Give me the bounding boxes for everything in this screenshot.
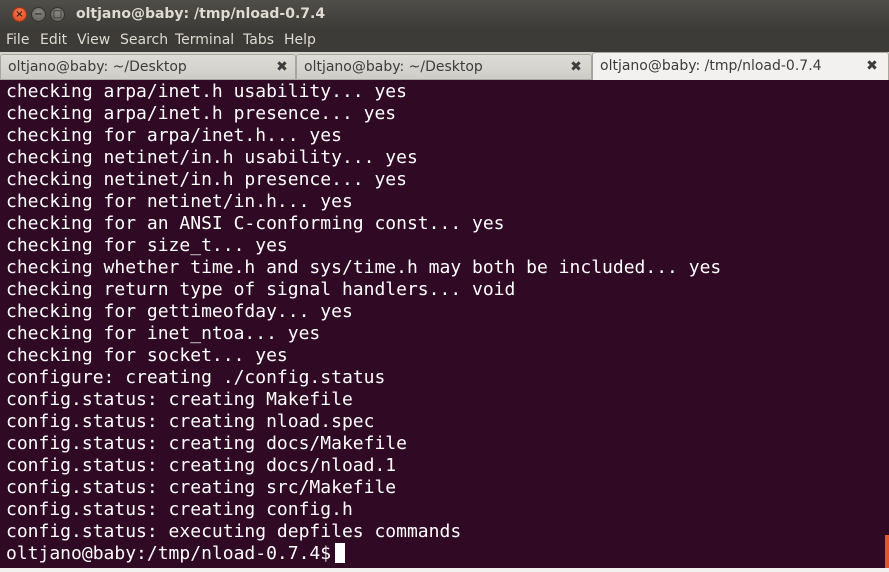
terminal-line: config.status: creating docs/nload.1	[6, 455, 397, 476]
window-bottom-border	[0, 568, 889, 572]
terminal-line: checking for arpa/inet.h... yes	[6, 125, 342, 146]
terminal-line: config.status: creating docs/Makefile	[6, 433, 407, 454]
scrollbar-indicator[interactable]	[885, 535, 889, 568]
shell-prompt: oltjano@baby:/tmp/nload-0.7.4$	[6, 543, 332, 564]
text-cursor	[335, 543, 346, 563]
terminal-line: checking for netinet/in.h... yes	[6, 191, 353, 212]
terminal-prompt-line[interactable]: oltjano@baby:/tmp/nload-0.7.4$	[6, 543, 721, 565]
tab-close-icon[interactable]: ✖	[274, 59, 290, 75]
terminal-line: configure: creating ./config.status	[6, 367, 386, 388]
terminal-line: checking arpa/inet.h usability... yes	[6, 81, 407, 102]
terminal-line: config.status: executing depfiles comman…	[6, 521, 462, 542]
terminal-lines: checking arpa/inet.h usability... yes ch…	[6, 81, 721, 565]
menu-bar: File Edit View Search Terminal Tabs Help	[0, 30, 889, 52]
menu-tabs[interactable]: Tabs	[243, 32, 274, 48]
terminal-line: checking for gettimeofday... yes	[6, 301, 353, 322]
terminal-line: checking netinet/in.h presence... yes	[6, 169, 407, 190]
terminal-line: checking whether time.h and sys/time.h m…	[6, 257, 722, 278]
terminal-line: checking for socket... yes	[6, 345, 288, 366]
menu-view[interactable]: View	[77, 32, 110, 48]
terminal-line: checking for size_t... yes	[6, 235, 288, 256]
terminal-line: checking return type of signal handlers.…	[6, 279, 516, 300]
tab-desktop-1[interactable]: oltjano@baby: ~/Desktop ✖	[0, 54, 296, 79]
terminal-line: config.status: creating nload.spec	[6, 411, 375, 432]
tab-label: oltjano@baby: /tmp/nload-0.7.4	[600, 58, 822, 74]
menu-terminal[interactable]: Terminal	[175, 32, 234, 48]
menu-edit[interactable]: Edit	[40, 32, 67, 48]
terminal-output[interactable]: checking arpa/inet.h usability... yes ch…	[0, 80, 889, 568]
menu-help[interactable]: Help	[284, 32, 316, 48]
menu-search[interactable]: Search	[120, 32, 168, 48]
tab-close-icon[interactable]: ✖	[568, 59, 584, 75]
terminal-line: config.status: creating config.h	[6, 499, 353, 520]
terminal-line: checking netinet/in.h usability... yes	[6, 147, 418, 168]
tab-label: oltjano@baby: ~/Desktop	[8, 59, 187, 75]
close-window-icon[interactable]: ×	[12, 7, 27, 22]
terminal-line: checking arpa/inet.h presence... yes	[6, 103, 397, 124]
window-title: oltjano@baby: /tmp/nload-0.7.4	[76, 6, 326, 22]
maximize-window-icon[interactable]: □	[50, 7, 65, 22]
terminal-window: × − □ oltjano@baby: /tmp/nload-0.7.4 Fil…	[0, 0, 889, 572]
minimize-window-icon[interactable]: −	[31, 7, 46, 22]
terminal-line: checking for inet_ntoa... yes	[6, 323, 321, 344]
tab-nload[interactable]: oltjano@baby: /tmp/nload-0.7.4 ✖	[592, 52, 889, 80]
tab-bar: oltjano@baby: ~/Desktop ✖ oltjano@baby: …	[0, 52, 889, 80]
terminal-line: checking for an ANSI C-conforming const.…	[6, 213, 505, 234]
menu-file[interactable]: File	[6, 32, 29, 48]
terminal-line: config.status: creating Makefile	[6, 389, 353, 410]
tab-desktop-2[interactable]: oltjano@baby: ~/Desktop ✖	[296, 54, 592, 79]
title-bar[interactable]: × − □ oltjano@baby: /tmp/nload-0.7.4	[0, 0, 889, 30]
tab-close-icon[interactable]: ✖	[864, 58, 880, 74]
terminal-line: config.status: creating src/Makefile	[6, 477, 397, 498]
tab-label: oltjano@baby: ~/Desktop	[304, 59, 483, 75]
